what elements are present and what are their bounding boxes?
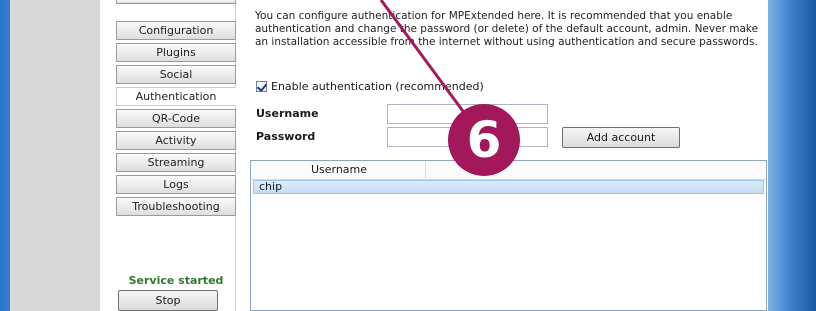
callout-badge: 6 xyxy=(448,104,520,176)
callout-pointer-line xyxy=(379,0,470,119)
